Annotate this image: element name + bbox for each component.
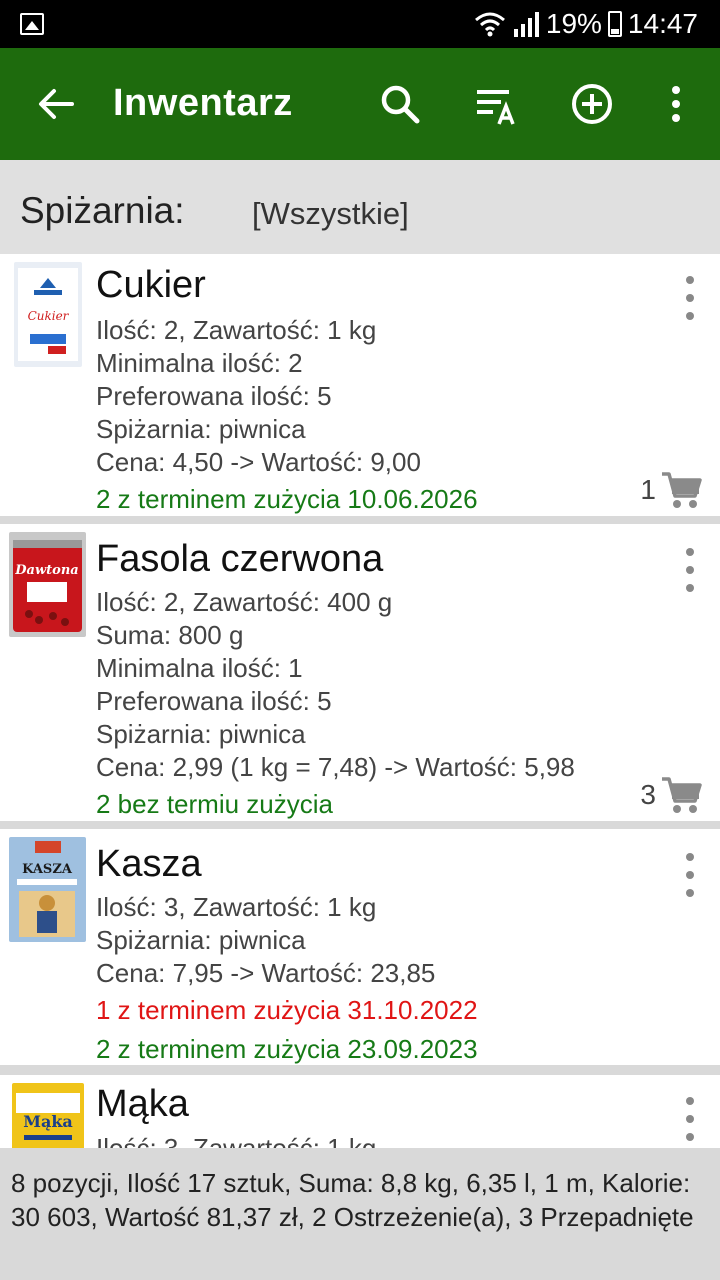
status-right: 19% 14:47 (474, 8, 698, 40)
product-image: Cukier (14, 262, 82, 367)
cart-count: 1 (640, 474, 656, 505)
item-menu-icon[interactable] (682, 853, 698, 907)
battery-icon (607, 11, 622, 37)
product-image: Mąka (12, 1083, 84, 1148)
svg-text:KASZA: KASZA (22, 862, 73, 877)
cart-icon (662, 472, 702, 508)
product-image: Dawtona (9, 532, 86, 637)
app-bar: Inwentarz (0, 48, 720, 160)
item-name: Cukier (96, 264, 206, 306)
cart-count: 3 (640, 779, 656, 810)
item-detail: Ilość: 3, Zawartość: 1 kg (96, 1133, 377, 1148)
item-detail: Ilość: 2, Zawartość: 400 g (96, 587, 393, 617)
item-menu-icon[interactable] (682, 276, 698, 330)
back-arrow-icon[interactable] (36, 84, 76, 124)
search-icon[interactable] (376, 80, 424, 128)
shopping-cart-button[interactable]: 3 (640, 775, 702, 815)
item-name: Kasza (96, 843, 202, 885)
page-title: Inwentarz (113, 82, 293, 124)
sort-alpha-icon[interactable] (474, 80, 522, 128)
expiry-info-expired: 1 z terminem zużycia 31.10.2022 (96, 995, 478, 1025)
signal-icon (513, 12, 539, 37)
expiry-info: 2 z terminem zużycia 10.06.2026 (96, 484, 478, 514)
more-vert-icon[interactable] (652, 80, 700, 128)
pantry-filter: Spiżarnia: [Wszystkie] (0, 160, 720, 254)
item-detail: Suma: 800 g (96, 620, 244, 650)
svg-text:Mąka: Mąka (23, 1112, 73, 1131)
item-detail: Minimalna ilość: 1 (96, 653, 303, 683)
clock: 14:47 (627, 8, 698, 39)
pantry-filter-label: Spiżarnia: (20, 190, 185, 231)
item-detail: Preferowana ilość: 5 (96, 686, 332, 716)
item-detail: Cena: 7,95 -> Wartość: 23,85 (96, 958, 436, 988)
inventory-list: Cukier Cukier Ilość: 2, Zawartość: 1 kg … (0, 254, 720, 1148)
item-detail: Spiżarnia: piwnica (96, 925, 306, 955)
status-bar: 19% 14:47 (0, 0, 720, 48)
image-icon (20, 13, 44, 35)
item-detail: Cena: 2,99 (1 kg = 7,48) -> Wartość: 5,9… (96, 752, 575, 782)
product-image: KASZA (9, 837, 86, 942)
expiry-info: 2 z terminem zużycia 23.09.2023 (96, 1034, 478, 1064)
item-detail: Ilość: 3, Zawartość: 1 kg (96, 892, 377, 922)
item-detail: Preferowana ilość: 5 (96, 381, 332, 411)
item-menu-icon[interactable] (682, 548, 698, 602)
list-item-maka[interactable]: Mąka Mąka Ilość: 3, Zawartość: 1 kg (0, 1075, 720, 1148)
list-item-kasza[interactable]: KASZA Kasza Ilość: 3, Zawartość: 1 kg Sp… (0, 829, 720, 1065)
item-detail: Minimalna ilość: 2 (96, 348, 303, 378)
item-menu-icon[interactable] (682, 1097, 698, 1148)
svg-text:Dawtona: Dawtona (14, 563, 78, 578)
inventory-summary: 8 pozycji, Ilość 17 sztuk, Suma: 8,8 kg,… (0, 1148, 720, 1280)
add-circle-icon[interactable] (568, 80, 616, 128)
item-name: Fasola czerwona (96, 538, 384, 580)
expiry-info: 2 bez termiu zużycia (96, 789, 333, 819)
list-item-cukier[interactable]: Cukier Cukier Ilość: 2, Zawartość: 1 kg … (0, 254, 720, 516)
cart-icon (662, 777, 702, 813)
item-detail: Ilość: 2, Zawartość: 1 kg (96, 315, 377, 345)
list-item-fasola-czerwona[interactable]: Dawtona Fasola czerwona Ilość: 2, Zawart… (0, 524, 720, 821)
pantry-filter-value[interactable]: [Wszystkie] (252, 196, 409, 232)
item-detail: Spiżarnia: piwnica (96, 719, 306, 749)
svg-text:Cukier: Cukier (28, 309, 70, 323)
wifi-icon (474, 12, 505, 37)
item-name: Mąka (96, 1083, 189, 1125)
battery-percent: 19% (545, 8, 602, 39)
item-detail: Cena: 4,50 -> Wartość: 9,00 (96, 447, 421, 477)
item-detail: Spiżarnia: piwnica (96, 414, 306, 444)
shopping-cart-button[interactable]: 1 (640, 470, 702, 510)
